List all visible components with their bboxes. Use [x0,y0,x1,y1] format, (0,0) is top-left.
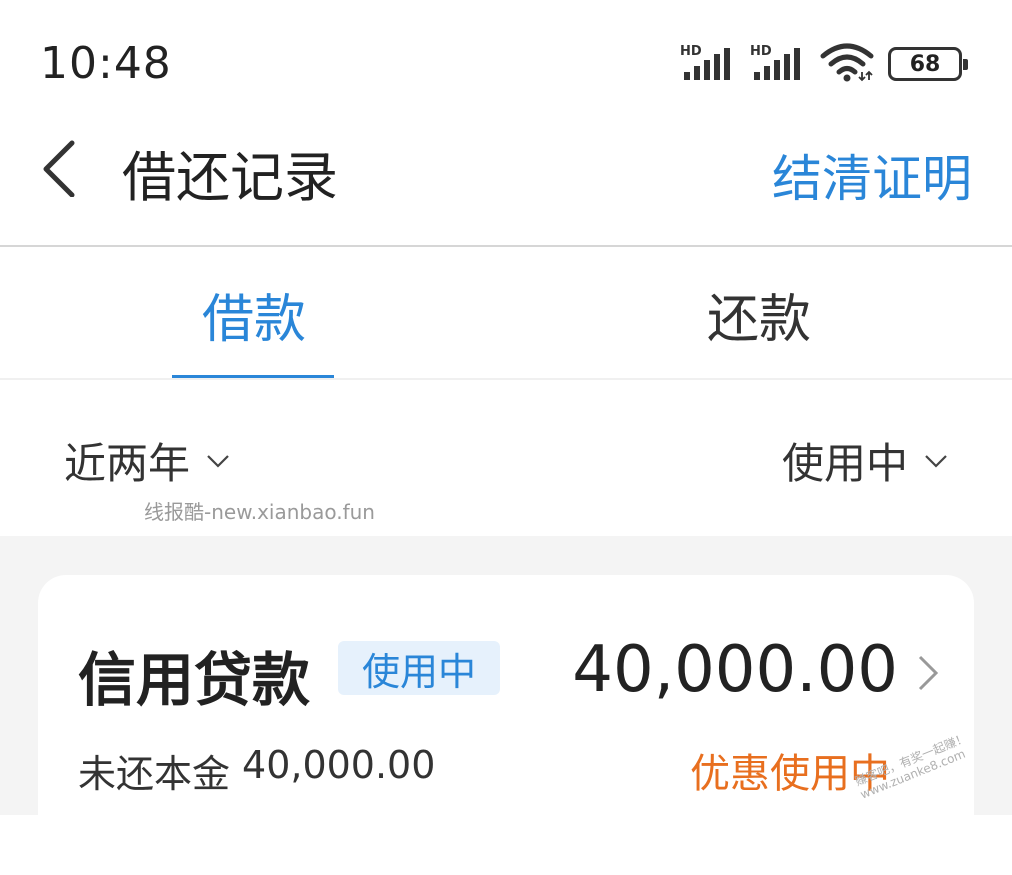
battery-icon: 68 [888,47,968,81]
chevron-down-icon [207,454,229,468]
watermark-text: 线报酷-new.xianbao.fun [144,500,375,524]
hd-signal-icon: HD [750,42,806,86]
status-time: 10:48 [40,38,172,89]
hd-signal-icon: HD [680,42,736,86]
signal-hd-label: HD [680,44,702,59]
loan-amount: 40,000.00 [572,633,898,707]
period-filter-label: 近两年 [64,439,191,488]
status-bar: 10:48 HD HD 68 [0,0,1012,125]
settle-proof-link[interactable]: 结清证明 [772,139,972,211]
tab-repay[interactable]: 还款 [707,277,811,352]
status-filter-dropdown[interactable]: 使用中 [782,430,948,491]
outstanding-principal: 未还本金 40,000.00 [78,743,435,798]
chevron-down-icon [925,454,947,468]
principal-value: 40,000.00 [242,743,436,787]
tab-bar: 借款 还款 [0,247,1012,379]
status-icons: HD HD 68 [680,42,968,86]
status-badge: 使用中 [338,641,500,695]
battery-level: 68 [909,51,941,77]
status-filter-label: 使用中 [781,439,908,488]
principal-label: 未还本金 [78,752,231,796]
chevron-right-icon [918,655,939,691]
signal-hd-label: HD [750,44,772,59]
chevron-left-icon [43,140,75,198]
status-badge-label: 使用中 [361,649,476,694]
loan-name: 信用贷款 [78,646,311,714]
wifi-icon [820,42,874,86]
back-button[interactable] [36,137,88,198]
page-title: 借还记录 [122,146,338,209]
nav-bar: 借还记录 结清证明 [0,125,1012,246]
filter-bar: 近两年 使用中 线报酷-new.xianbao.fun [0,380,1012,536]
loan-card[interactable]: 信用贷款 使用中 40,000.00 未还本金 40,000.00 优惠使用中 … [38,575,974,875]
period-filter-dropdown[interactable]: 近两年 [64,430,230,491]
tab-borrow[interactable]: 借款 [202,277,306,352]
